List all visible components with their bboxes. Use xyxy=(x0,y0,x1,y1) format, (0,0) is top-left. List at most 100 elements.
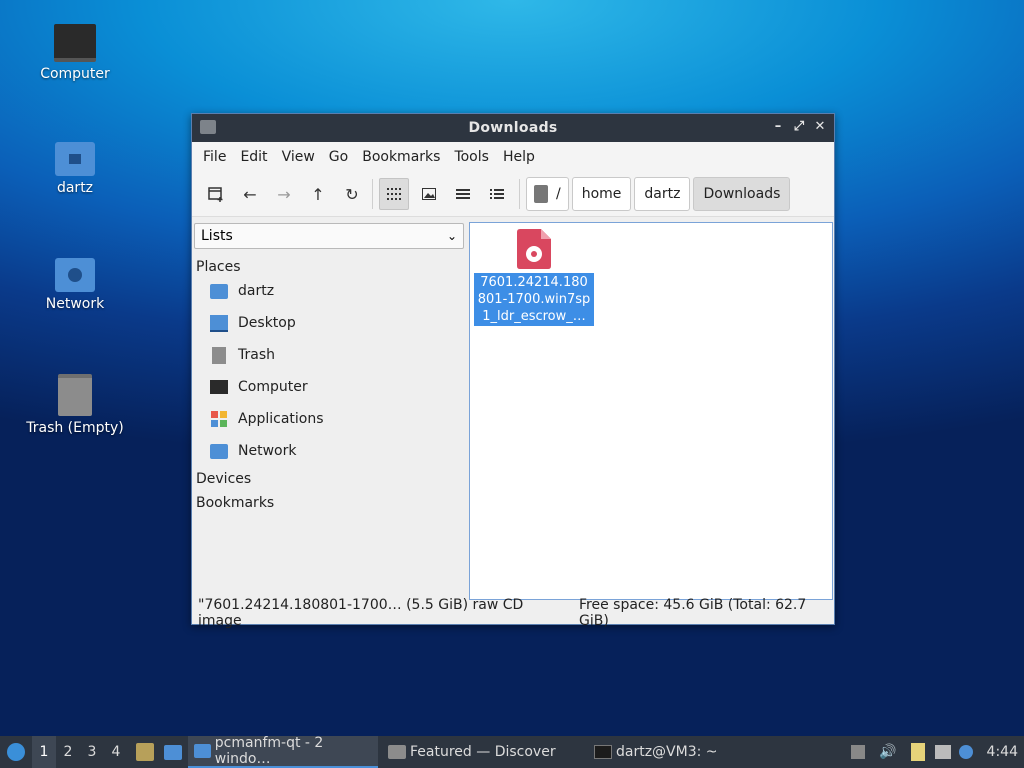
maximize-button[interactable]: ⤢ xyxy=(790,118,808,136)
volume-icon[interactable]: 🔊 xyxy=(879,744,896,760)
desktop-icon-home[interactable]: dartz xyxy=(20,142,130,196)
desktop-icon-computer[interactable]: Computer xyxy=(20,24,130,82)
desktop-icon-label: Network xyxy=(45,296,105,312)
show-desktop-button[interactable] xyxy=(162,741,184,763)
workspace-1[interactable]: 1 xyxy=(32,736,56,768)
task-label: Featured — Discover xyxy=(410,744,556,760)
sidebar-item-label: Trash xyxy=(238,347,275,363)
sidebar-item-trash[interactable]: Trash xyxy=(193,339,466,371)
desktop-icon-label: Computer xyxy=(40,66,110,82)
sidebar-item-label: Desktop xyxy=(238,315,296,331)
file-manager-window: Downloads – ⤢ ✕ File Edit View Go Bookma… xyxy=(191,113,835,629)
desktop-icon xyxy=(209,314,229,332)
sidebar-item-label: dartz xyxy=(238,283,275,299)
network-folder-icon xyxy=(55,258,95,292)
sidebar-item-label: Computer xyxy=(238,379,308,395)
trash-icon xyxy=(58,374,92,416)
toolbar-separator xyxy=(519,179,520,209)
menu-bookmarks[interactable]: Bookmarks xyxy=(355,149,447,165)
menu-file[interactable]: File xyxy=(196,149,233,165)
sidebar-item-desktop[interactable]: Desktop xyxy=(193,307,466,339)
arrow-up-icon: ↑ xyxy=(311,184,325,204)
desktop-icon-trash[interactable]: Trash (Empty) xyxy=(20,374,130,436)
bookmarks-header[interactable]: Bookmarks xyxy=(193,487,466,511)
notification-icon[interactable] xyxy=(958,745,973,759)
applications-icon xyxy=(209,410,229,428)
network-icon[interactable] xyxy=(934,745,951,759)
task-label: pcmanfm-qt - 2 windo… xyxy=(214,735,324,767)
quicklaunch-files[interactable] xyxy=(134,741,156,763)
task-terminal[interactable]: dartz@VM3: ~ xyxy=(588,736,790,768)
file-label: 7601.24214.180 801-1700.win7sp 1_ldr_esc… xyxy=(474,273,594,326)
sidebar-view-select[interactable]: Lists ⌄ xyxy=(194,223,464,249)
image-icon xyxy=(422,188,436,200)
icon-view-button[interactable] xyxy=(379,178,409,210)
status-bar: "7601.24214.180801-1700… (5.5 GiB) raw C… xyxy=(192,597,834,629)
home-folder-icon xyxy=(55,142,95,176)
breadcrumb-dartz[interactable]: dartz xyxy=(634,177,691,211)
up-button[interactable]: ↑ xyxy=(304,179,332,209)
menu-go[interactable]: Go xyxy=(322,149,355,165)
menu-bar: File Edit View Go Bookmarks Tools Help xyxy=(192,142,834,172)
menu-view[interactable]: View xyxy=(275,149,322,165)
file-item[interactable]: 7601.24214.180 801-1700.win7sp 1_ldr_esc… xyxy=(474,229,594,326)
detailed-list-icon xyxy=(490,189,504,199)
window-titlebar[interactable]: Downloads – ⤢ ✕ xyxy=(192,114,834,142)
sidebar-item-network[interactable]: Network xyxy=(193,435,466,467)
breadcrumb-downloads[interactable]: Downloads xyxy=(693,177,791,211)
menu-edit[interactable]: Edit xyxy=(233,149,274,165)
sidebar-item-dartz[interactable]: dartz xyxy=(193,275,466,307)
menu-tools[interactable]: Tools xyxy=(447,149,496,165)
new-tab-button[interactable] xyxy=(202,179,230,209)
devices-header[interactable]: Devices xyxy=(193,467,466,487)
sidebar-view-select-value: Lists xyxy=(201,228,233,244)
trash-icon xyxy=(209,346,229,364)
eject-icon[interactable] xyxy=(851,745,866,759)
terminal-icon xyxy=(594,745,612,759)
computer-icon xyxy=(209,378,229,396)
drive-icon xyxy=(534,185,548,203)
close-button[interactable]: ✕ xyxy=(811,118,829,136)
reload-button[interactable]: ↻ xyxy=(338,179,366,209)
breadcrumb-home[interactable]: home xyxy=(571,177,632,211)
toolbar-separator xyxy=(372,179,373,209)
workspace-4[interactable]: 4 xyxy=(104,744,128,760)
workspace-3[interactable]: 3 xyxy=(80,744,104,760)
desktop-icon-network[interactable]: Network xyxy=(20,258,130,312)
back-button[interactable]: ← xyxy=(236,179,264,209)
desktop-icon-label: dartz xyxy=(56,180,94,196)
task-pcmanfm[interactable]: pcmanfm-qt - 2 windo… xyxy=(188,735,378,768)
sidebar: Lists ⌄ Places dartz Desktop Trash Compu… xyxy=(193,220,466,602)
file-view[interactable]: 7601.24214.180 801-1700.win7sp 1_ldr_esc… xyxy=(469,222,833,600)
compact-view-button[interactable] xyxy=(449,179,477,209)
forward-button[interactable]: → xyxy=(270,179,298,209)
toolbar: ← → ↑ ↻ / home dartz Downloads xyxy=(192,172,834,217)
clipboard-icon[interactable] xyxy=(910,743,925,761)
reload-icon: ↻ xyxy=(345,184,359,204)
window-title: Downloads xyxy=(468,120,558,136)
file-cabinet-icon xyxy=(136,743,154,761)
sidebar-item-label: Network xyxy=(238,443,297,459)
disc-image-icon xyxy=(517,229,551,269)
detailed-list-view-button[interactable] xyxy=(483,179,511,209)
task-label: dartz@VM3: ~ xyxy=(616,744,718,760)
places-header[interactable]: Places xyxy=(193,249,466,275)
breadcrumb-root[interactable]: / xyxy=(526,177,569,211)
discover-icon xyxy=(388,745,406,759)
computer-icon xyxy=(54,24,96,62)
grid-icon xyxy=(387,188,401,200)
workspace-2[interactable]: 2 xyxy=(56,744,80,760)
network-folder-icon xyxy=(209,442,229,460)
thumbnail-view-button[interactable] xyxy=(415,179,443,209)
desktop-icon-label: Trash (Empty) xyxy=(26,420,124,436)
menu-help[interactable]: Help xyxy=(496,149,542,165)
start-menu-button[interactable] xyxy=(0,736,32,768)
task-discover[interactable]: Featured — Discover xyxy=(382,736,584,768)
taskbar: 1 2 3 4 pcmanfm-qt - 2 windo… Featured —… xyxy=(0,735,1024,768)
folder-icon xyxy=(194,744,211,758)
sidebar-item-applications[interactable]: Applications xyxy=(193,403,466,435)
minimize-button[interactable]: – xyxy=(769,118,787,136)
clock[interactable]: 4:44 xyxy=(987,744,1018,760)
status-selection: "7601.24214.180801-1700… (5.5 GiB) raw C… xyxy=(198,597,524,629)
sidebar-item-computer[interactable]: Computer xyxy=(193,371,466,403)
